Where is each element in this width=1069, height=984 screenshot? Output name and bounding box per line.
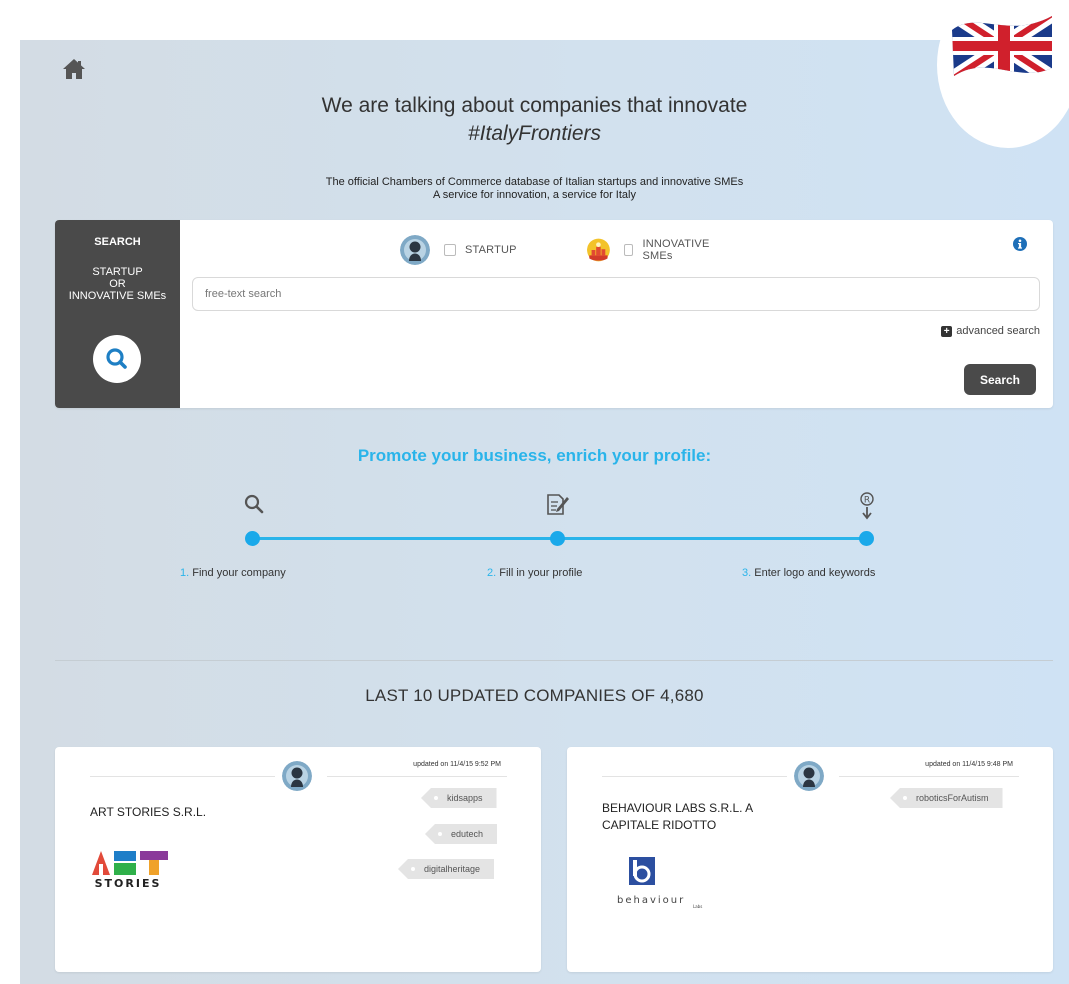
- search-circle-button[interactable]: [93, 335, 141, 383]
- company-name-line-2: CAPITALE RIDOTTO: [602, 818, 717, 832]
- company-logo: behaviour Labs: [615, 857, 705, 922]
- step-3-text: Enter logo and keywords: [754, 567, 876, 579]
- section-divider: [55, 660, 1053, 661]
- card-updated-date: updated on 11/4/15 9:48 PM: [925, 761, 1013, 768]
- sme-checkbox[interactable]: [623, 244, 634, 256]
- step-1-label: 1. Find your company: [180, 567, 286, 579]
- step-2-text: Fill in your profile: [499, 567, 583, 579]
- registered-download-icon: R: [855, 492, 879, 520]
- sme-label: INNOVATIVE SMEs: [642, 238, 710, 262]
- advanced-search-link[interactable]: + advanced search: [941, 325, 1040, 337]
- info-icon[interactable]: [1013, 237, 1027, 251]
- step-2-dot: [550, 531, 565, 546]
- company-name[interactable]: BEHAVIOUR LABS S.R.L. A CAPITALE RIDOTTO: [602, 800, 753, 834]
- edit-icon: [546, 492, 570, 518]
- filter-innovative-sme[interactable]: INNOVATIVE SMEs: [587, 236, 719, 264]
- card-divider-left: [90, 776, 275, 777]
- headline-text: We are talking about companies that inno…: [321, 94, 748, 117]
- search-side-panel: SEARCH STARTUP OR INNOVATIVE SMEs: [55, 220, 180, 408]
- card-divider-right: [839, 776, 1019, 777]
- side-text-line-1: STARTUP: [92, 266, 143, 278]
- search-side-text: STARTUP OR INNOVATIVE SMEs: [55, 266, 180, 302]
- keyword-tag[interactable]: edutech: [425, 824, 498, 844]
- startup-checkbox[interactable]: [444, 244, 456, 256]
- startup-avatar-icon: [794, 761, 824, 791]
- svg-text:R: R: [864, 496, 870, 506]
- startup-avatar-icon: [282, 761, 312, 791]
- advanced-search-label: advanced search: [956, 325, 1040, 337]
- keyword-tag[interactable]: digitalheritage: [398, 859, 495, 879]
- search-side-title: SEARCH: [94, 236, 141, 248]
- logo-word: behaviour: [617, 895, 685, 906]
- logo-subtext: STORIES: [95, 877, 162, 889]
- search-icon: [106, 348, 127, 369]
- step-2-number: 2.: [487, 567, 497, 579]
- side-text-line-3: INNOVATIVE SMEs: [68, 290, 167, 302]
- step-3-number: 3.: [742, 567, 752, 579]
- step-1-text: Find your company: [192, 567, 286, 579]
- step-1-number: 1.: [180, 567, 190, 579]
- card-divider-right: [327, 776, 507, 777]
- free-text-search-input[interactable]: [192, 277, 1040, 311]
- company-card[interactable]: updated on 11/4/15 9:52 PM ART STORIES S…: [55, 747, 541, 972]
- page-background: We are talking about companies that inno…: [20, 40, 1069, 984]
- filter-startup[interactable]: STARTUP: [400, 235, 517, 265]
- subtitle-line-1: The official Chambers of Commerce databa…: [325, 176, 744, 188]
- plus-icon: +: [941, 325, 953, 337]
- startup-label: STARTUP: [465, 244, 517, 256]
- subtitle-line-2: A service for innovation, a service for …: [433, 189, 636, 201]
- search-icon: [242, 492, 266, 518]
- side-text-line-2: OR: [109, 278, 126, 290]
- promo-title: Promote your business, enrich your profi…: [357, 446, 712, 465]
- search-panel: SEARCH STARTUP OR INNOVATIVE SMEs STARTU…: [55, 220, 1053, 408]
- page-title: We are talking about companies that inno…: [20, 92, 1069, 148]
- company-name-line-1: BEHAVIOUR LABS S.R.L. A: [602, 801, 754, 815]
- step-3-label: 3. Enter logo and keywords: [742, 567, 875, 579]
- home-icon[interactable]: [62, 58, 86, 80]
- logo-subtext: Labs: [693, 904, 702, 909]
- company-logo: STORIES: [90, 845, 190, 894]
- companies-section-title: LAST 10 UPDATED COMPANIES OF 4,680: [365, 686, 704, 705]
- company-name[interactable]: ART STORIES S.R.L.: [90, 804, 206, 821]
- step-2-label: 2. Fill in your profile: [487, 567, 582, 579]
- keyword-tag[interactable]: kidsapps: [421, 788, 497, 808]
- step-3-dot: [859, 531, 874, 546]
- startup-avatar-icon: [400, 235, 430, 265]
- page-subtitle: The official Chambers of Commerce databa…: [20, 176, 1069, 202]
- step-1-dot: [245, 531, 260, 546]
- card-divider-left: [602, 776, 787, 777]
- keyword-tag[interactable]: roboticsForAutism: [890, 788, 1003, 808]
- search-button[interactable]: Search: [964, 364, 1036, 395]
- company-card[interactable]: updated on 11/4/15 9:48 PM BEHAVIOUR LAB…: [567, 747, 1053, 972]
- sme-avatar-icon: [587, 238, 610, 262]
- uk-flag-icon[interactable]: [948, 10, 1058, 82]
- card-updated-date: updated on 11/4/15 9:52 PM: [413, 761, 501, 768]
- hashtag-text: #ItalyFrontiers: [467, 122, 602, 145]
